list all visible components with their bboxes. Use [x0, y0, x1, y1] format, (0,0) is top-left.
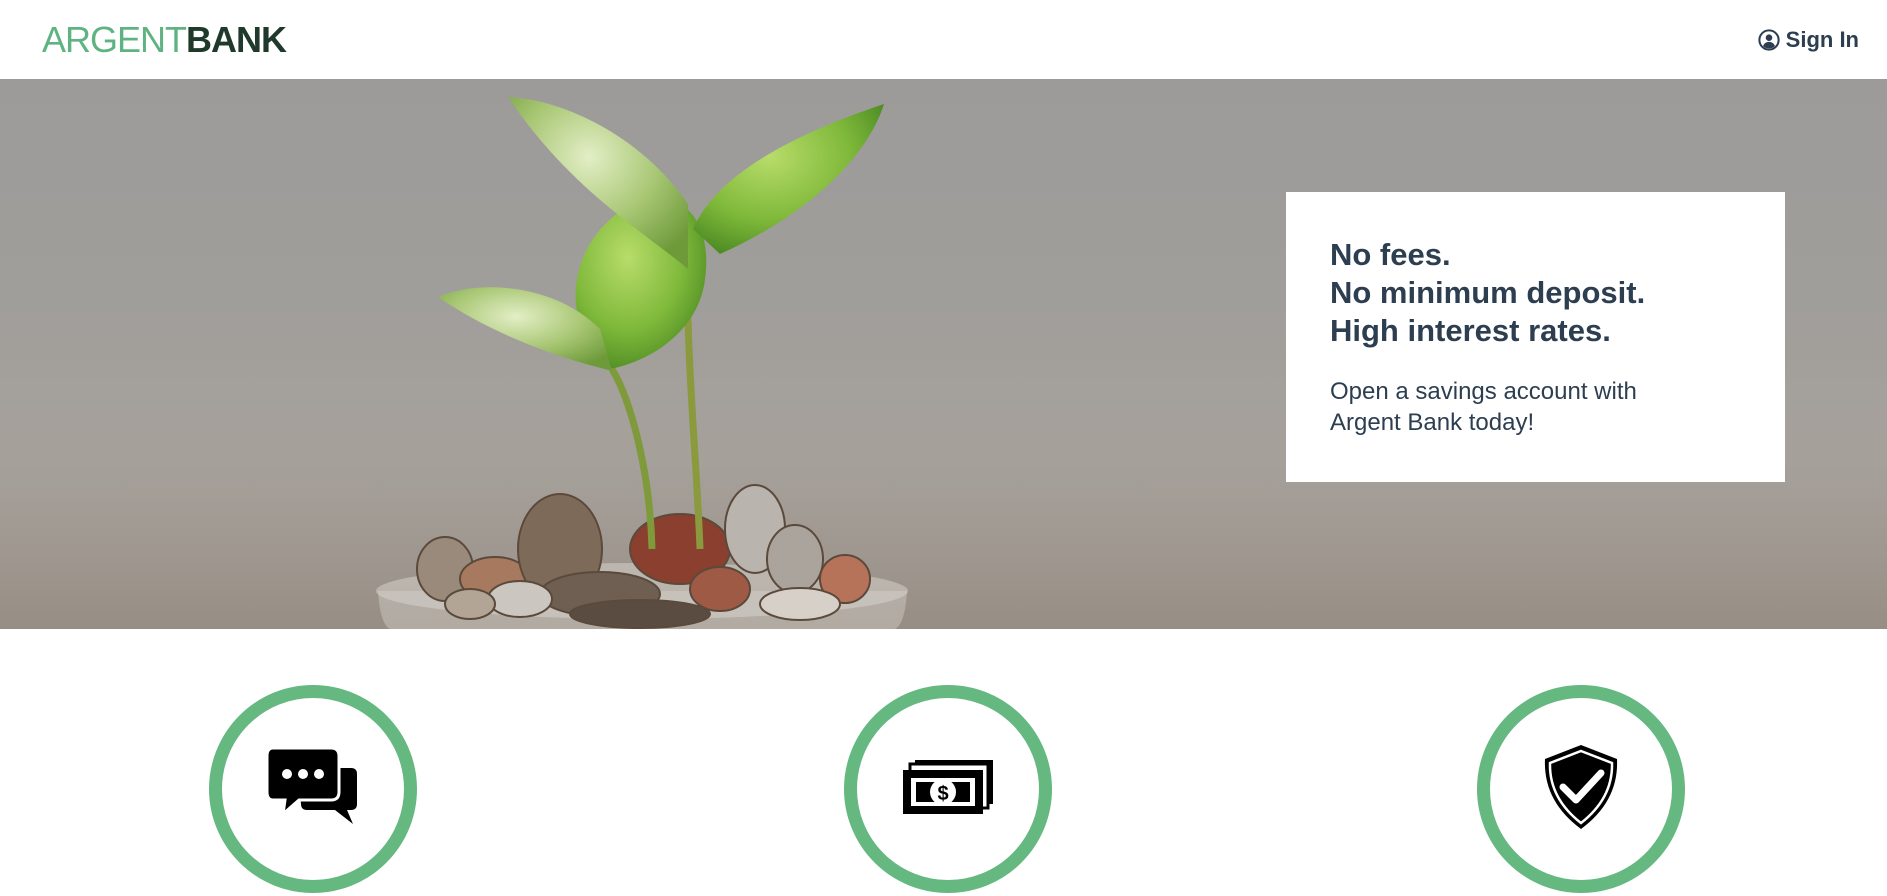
money-icon: $ — [901, 758, 995, 821]
hero-subtitle-3: High interest rates. — [1330, 313, 1611, 348]
hero-content-card: No fees. No minimum deposit. High intere… — [1286, 192, 1785, 482]
hero-text: Open a savings account with Argent Bank … — [1330, 378, 1637, 436]
svg-text:$: $ — [937, 783, 948, 805]
hero-banner: No fees. No minimum deposit. High intere… — [0, 79, 1887, 629]
feature-security — [1477, 685, 1685, 893]
hero-subtitle-1: No fees. — [1330, 237, 1451, 272]
sign-in-link[interactable]: Sign In — [1758, 27, 1859, 53]
feature-money: $ — [844, 685, 1052, 893]
logo-text-argent: ARGENT — [42, 18, 187, 60]
logo-link[interactable]: ARGENT BANK — [42, 18, 287, 60]
main-nav: ARGENT BANK Sign In — [0, 0, 1887, 79]
sign-in-label: Sign In — [1785, 26, 1859, 52]
logo-text-bank: BANK — [186, 18, 287, 60]
feature-chat — [209, 685, 417, 893]
chat-icon — [265, 746, 359, 833]
hero-subtitle-2: No minimum deposit. — [1330, 275, 1646, 310]
user-circle-icon — [1758, 28, 1780, 51]
features-section: $ — [0, 629, 1887, 896]
security-shield-icon — [1541, 743, 1621, 836]
